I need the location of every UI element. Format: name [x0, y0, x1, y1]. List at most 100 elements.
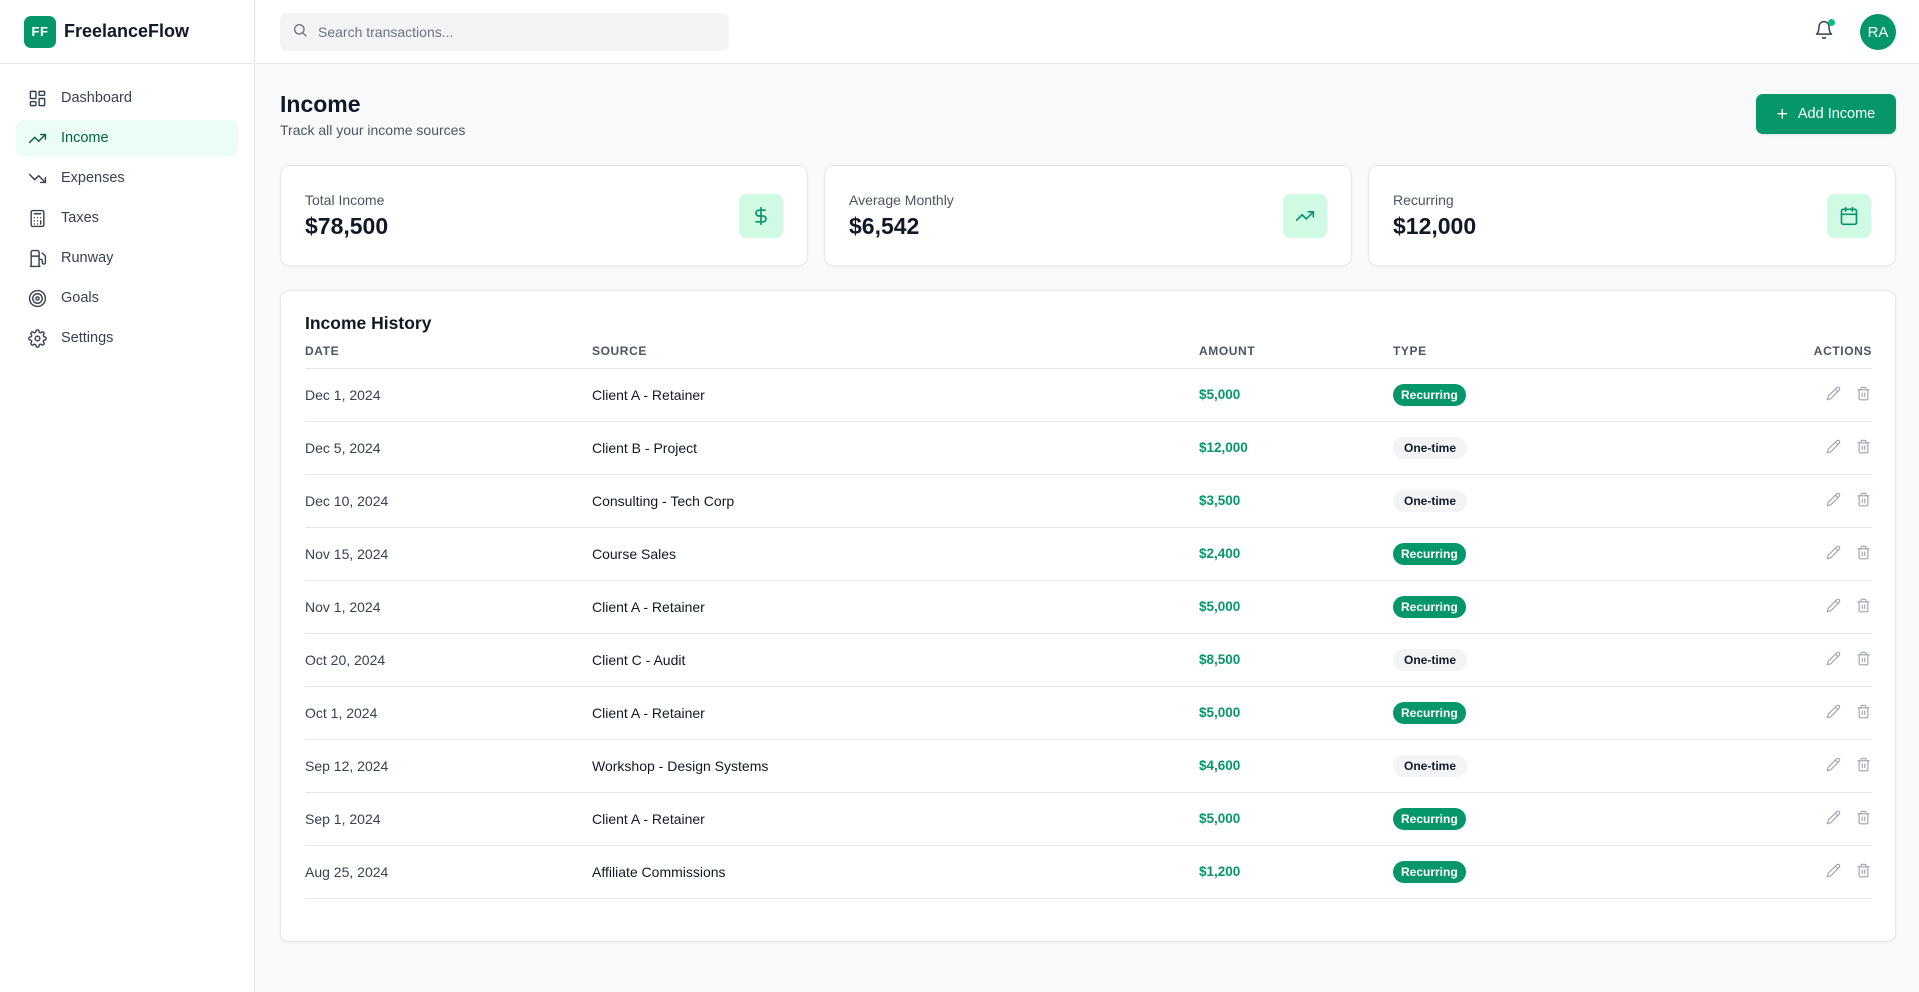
column-header-actions: Actions	[1693, 344, 1872, 369]
row-date: Dec 1, 2024	[305, 368, 592, 422]
target-icon	[28, 289, 47, 308]
column-header-amount[interactable]: Amount	[1199, 344, 1393, 369]
sidebar-item-income[interactable]: Income	[16, 120, 238, 156]
search-box[interactable]	[280, 13, 729, 51]
delete-button[interactable]	[1854, 703, 1872, 721]
type-badge: Recurring	[1393, 595, 1466, 618]
trash-icon	[1856, 863, 1871, 878]
sidebar-item-runway[interactable]: Runway	[16, 240, 238, 276]
delete-button[interactable]	[1854, 756, 1872, 774]
fuel-icon	[28, 249, 47, 268]
column-header-type[interactable]: Type	[1393, 344, 1693, 369]
edit-button[interactable]	[1824, 385, 1842, 403]
sidebar-item-goals[interactable]: Goals	[16, 280, 238, 316]
notifications-button[interactable]	[1814, 19, 1836, 44]
column-header-date[interactable]: Date	[305, 344, 592, 369]
table-row: Nov 15, 2024 Course Sales $2,400 Recurring	[305, 527, 1872, 581]
delete-button[interactable]	[1854, 650, 1872, 668]
trash-icon	[1856, 386, 1871, 401]
trash-icon	[1856, 598, 1871, 613]
income-history-card: Income History Date Source Amount Type A…	[280, 290, 1896, 942]
brand[interactable]: FF FreelanceFlow	[0, 0, 254, 64]
stat-card-average-monthly: Average Monthly $6,542	[824, 165, 1352, 266]
table-row: Oct 20, 2024 Client C - Audit $8,500 One-ti…	[305, 633, 1872, 687]
table-row: Dec 5, 2024 Client B - Project $12,000 One-…	[305, 421, 1872, 475]
row-amount: $5,000	[1199, 368, 1393, 422]
brand-name: FreelanceFlow	[64, 21, 190, 41]
column-header-source[interactable]: Source	[592, 344, 1199, 369]
edit-button[interactable]	[1824, 862, 1842, 880]
bell-icon	[1814, 20, 1834, 44]
row-amount: $2,400	[1199, 527, 1393, 581]
sidebar-item-taxes[interactable]: Taxes	[16, 200, 238, 236]
trash-icon	[1856, 810, 1871, 825]
edit-button[interactable]	[1824, 809, 1842, 827]
row-amount: $5,000	[1199, 686, 1393, 740]
delete-button[interactable]	[1854, 491, 1872, 509]
table-header-row: Date Source Amount Type Actions	[305, 344, 1872, 369]
table-row: Oct 1, 2024 Client A - Retainer $5,000 Recu…	[305, 686, 1872, 740]
row-amount: $4,600	[1199, 739, 1393, 793]
row-source: Client A - Retainer	[592, 368, 1199, 422]
table-row: Dec 1, 2024 Client A - Retainer $5,000 Recu…	[305, 368, 1872, 422]
page-subtitle: Track all your income sources	[280, 122, 466, 138]
row-source: Course Sales	[592, 527, 1199, 581]
stat-card-total-income: Total Income $78,500	[280, 165, 808, 266]
sidebar-item-label: Runway	[61, 250, 114, 266]
sidebar-item-settings[interactable]: Settings	[16, 320, 238, 356]
sidebar-item-label: Goals	[61, 290, 99, 306]
row-date: Aug 25, 2024	[305, 845, 592, 899]
edit-button[interactable]	[1824, 491, 1842, 509]
pencil-icon	[1826, 545, 1841, 560]
trash-icon	[1856, 757, 1871, 772]
sidebar-item-dashboard[interactable]: Dashboard	[16, 80, 238, 116]
sidebar-item-label: Taxes	[61, 210, 99, 226]
row-amount: $5,000	[1199, 792, 1393, 846]
brand-logo: FF	[24, 15, 56, 48]
row-source: Affiliate Commissions	[592, 845, 1199, 899]
income-history-title: Income History	[305, 313, 432, 333]
type-badge: One-time	[1393, 489, 1468, 512]
row-date: Nov 15, 2024	[305, 527, 592, 581]
edit-button[interactable]	[1824, 650, 1842, 668]
type-badge: One-time	[1393, 436, 1468, 459]
row-date: Dec 10, 2024	[305, 474, 592, 528]
edit-button[interactable]	[1824, 597, 1842, 615]
stat-value: $12,000	[1393, 213, 1477, 239]
delete-button[interactable]	[1854, 544, 1872, 562]
search-input[interactable]	[318, 24, 718, 40]
calculator-icon	[28, 209, 47, 228]
add-income-button[interactable]: + Add Income	[1756, 94, 1896, 134]
sidebar: FF FreelanceFlow Dashboard Income Expenses…	[0, 0, 255, 992]
pencil-icon	[1826, 386, 1841, 401]
edit-button[interactable]	[1824, 544, 1842, 562]
trash-icon	[1856, 439, 1871, 454]
edit-button[interactable]	[1824, 756, 1842, 774]
calendar-icon	[1827, 194, 1871, 238]
row-amount: $5,000	[1199, 580, 1393, 634]
page-title: Income	[280, 91, 361, 117]
row-source: Client A - Retainer	[592, 686, 1199, 740]
delete-button[interactable]	[1854, 385, 1872, 403]
delete-button[interactable]	[1854, 862, 1872, 880]
sidebar-item-expenses[interactable]: Expenses	[16, 160, 238, 196]
delete-button[interactable]	[1854, 597, 1872, 615]
edit-button[interactable]	[1824, 438, 1842, 456]
edit-button[interactable]	[1824, 703, 1842, 721]
row-amount: $12,000	[1199, 421, 1393, 475]
dashboard-icon	[28, 89, 47, 108]
table-row: Dec 10, 2024 Consulting - Tech Corp $3,500…	[305, 474, 1872, 528]
notification-dot	[1828, 19, 1835, 26]
pencil-icon	[1826, 810, 1841, 825]
delete-button[interactable]	[1854, 438, 1872, 456]
pencil-icon	[1826, 863, 1841, 878]
trending-up-icon	[28, 129, 47, 148]
delete-button[interactable]	[1854, 809, 1872, 827]
avatar[interactable]: RA	[1860, 14, 1896, 50]
stat-value: $78,500	[305, 213, 389, 239]
income-table: Date Source Amount Type Actions Dec 1, 2…	[305, 344, 1872, 899]
row-source: Client A - Retainer	[592, 580, 1199, 634]
type-badge: Recurring	[1393, 701, 1466, 724]
type-badge: Recurring	[1393, 383, 1466, 406]
sidebar-nav: Dashboard Income Expenses Taxes Runway Goals S…	[0, 64, 254, 376]
